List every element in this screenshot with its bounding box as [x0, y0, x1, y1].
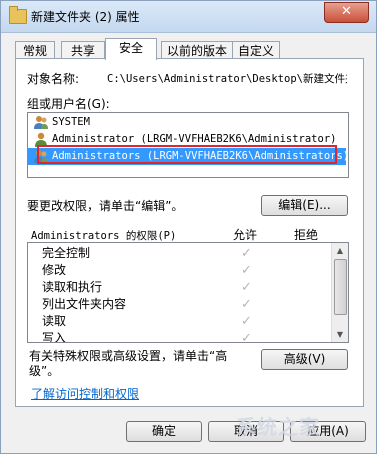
- list-item-label: Administrator (LRGM-VVFHAEB2K6\Administr…: [52, 133, 337, 145]
- permission-row: 读取 ✓: [42, 313, 332, 330]
- permission-row: 写入 ✓: [42, 330, 332, 343]
- scroll-up-icon[interactable]: ▲: [332, 243, 348, 258]
- permissions-list[interactable]: 完全控制 ✓ 修改 ✓ 读取和执行 ✓ 列出文件夹内容 ✓ 读取 ✓ 写入 ✓ …: [27, 242, 349, 343]
- list-item-system[interactable]: SYSTEM: [28, 114, 346, 131]
- permission-name: 完全控制: [42, 246, 91, 260]
- permission-row: 完全控制 ✓: [42, 245, 332, 262]
- check-icon: ✓: [241, 263, 252, 278]
- change-permissions-hint: 要更改权限，请单击“编辑”。: [27, 199, 184, 213]
- close-button[interactable]: ✕: [324, 2, 369, 23]
- watermark-logo: 系统之家: [236, 415, 320, 439]
- ok-button[interactable]: 确定: [126, 421, 202, 442]
- folder-icon: [9, 6, 27, 24]
- tab-general[interactable]: 常规: [15, 41, 55, 59]
- permissions-scrollbar[interactable]: ▲ ▼: [331, 243, 348, 342]
- permission-name: 写入: [42, 331, 67, 343]
- user-group-icon: [34, 150, 48, 163]
- check-icon: ✓: [241, 297, 252, 312]
- permission-row: 修改 ✓: [42, 262, 332, 279]
- tab-previous-versions[interactable]: 以前的版本: [161, 41, 233, 59]
- user-icon: [35, 132, 47, 147]
- object-name-value: C:\Users\Administrator\Desktop\新建文件夹: [107, 73, 347, 85]
- access-control-help-link[interactable]: 了解访问控制和权限: [31, 385, 139, 402]
- list-item-administrators[interactable]: Administrators (LRGM-VVFHAEB2K6\Administ…: [28, 148, 350, 165]
- list-item-label: Administrators (LRGM-VVFHAEB2K6\Administ…: [52, 150, 350, 162]
- check-icon: ✓: [241, 280, 252, 295]
- scroll-down-icon[interactable]: ▼: [332, 327, 348, 342]
- list-item-label: SYSTEM: [52, 116, 90, 128]
- check-icon: ✓: [241, 314, 252, 329]
- tab-customize[interactable]: 自定义: [232, 41, 280, 59]
- permission-name: 列出文件夹内容: [42, 297, 127, 311]
- edit-button[interactable]: 编辑(E)...: [261, 195, 348, 216]
- object-name-label: 对象名称:: [27, 72, 80, 86]
- advanced-button[interactable]: 高级(V): [261, 349, 348, 370]
- deny-column-header: 拒绝: [294, 228, 319, 242]
- tab-sharing[interactable]: 共享: [61, 41, 105, 59]
- title-bar[interactable]: 新建文件夹 (2) 属性 ✕: [1, 1, 376, 33]
- check-icon: ✓: [241, 331, 252, 343]
- scroll-thumb[interactable]: [334, 259, 347, 315]
- window-title: 新建文件夹 (2) 属性: [31, 10, 140, 24]
- advanced-hint: 有关特殊权限或高级设置，请单击“高级”。: [29, 349, 228, 378]
- list-item-administrator[interactable]: Administrator (LRGM-VVFHAEB2K6\Administr…: [28, 131, 346, 148]
- permission-name: 读取和执行: [42, 280, 103, 294]
- permission-name: 读取: [42, 314, 67, 328]
- allow-column-header: 允许: [233, 228, 258, 242]
- permission-row: 列出文件夹内容 ✓: [42, 296, 332, 313]
- tab-security[interactable]: 安全: [105, 38, 157, 60]
- permission-row: 读取和执行 ✓: [42, 279, 332, 296]
- user-group-icon: [34, 116, 48, 129]
- properties-dialog: 新建文件夹 (2) 属性 ✕ 常规 共享 安全 以前的版本 自定义 对象名称: …: [0, 0, 377, 454]
- groups-label: 组或用户名(G):: [27, 97, 110, 111]
- permission-name: 修改: [42, 263, 67, 277]
- groups-list[interactable]: SYSTEM Administrator (LRGM-VVFHAEB2K6\Ad…: [27, 112, 349, 178]
- permissions-header: Administrators 的权限(P): [31, 230, 177, 242]
- check-icon: ✓: [241, 246, 252, 261]
